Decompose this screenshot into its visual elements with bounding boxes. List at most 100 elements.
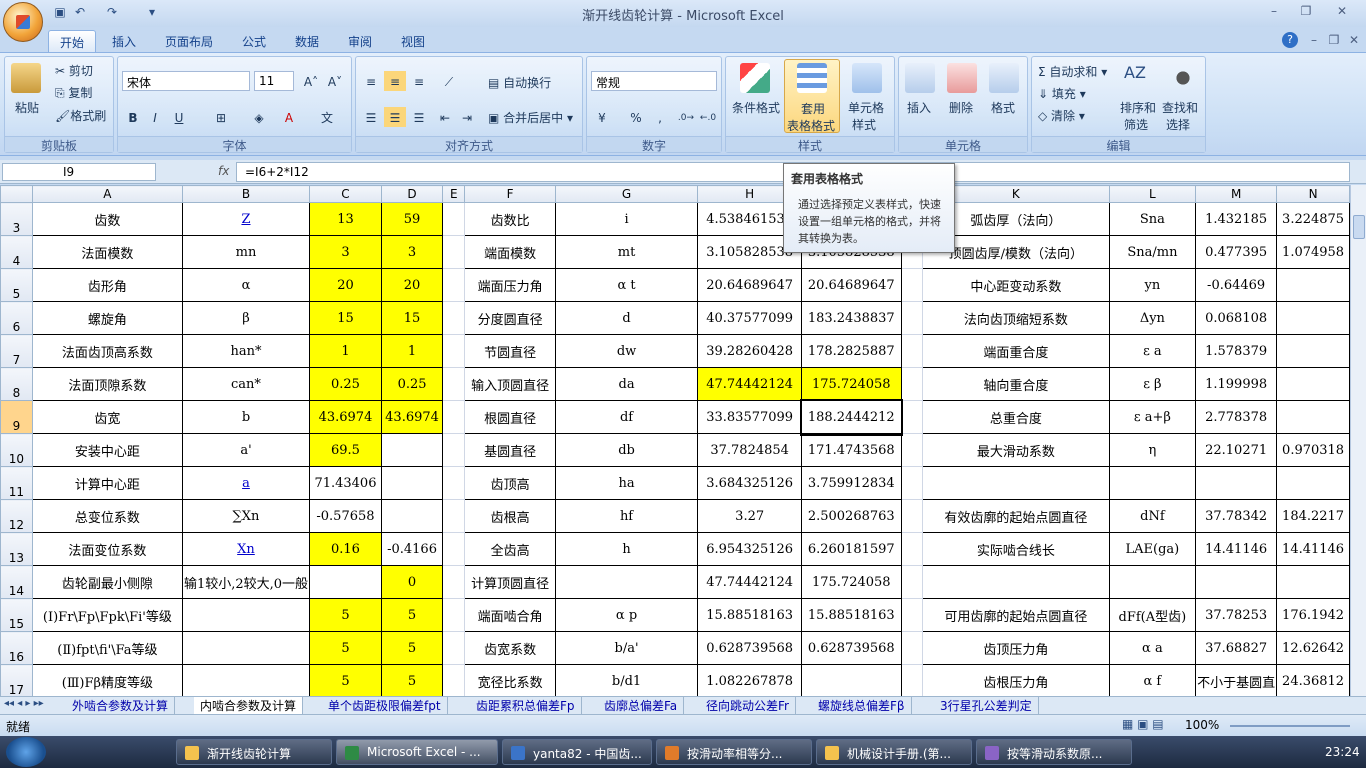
cell[interactable]: α <box>181 268 311 302</box>
task-item[interactable]: 按滑动率相等分... <box>656 739 812 765</box>
cell[interactable] <box>900 334 924 368</box>
cell[interactable] <box>380 499 444 533</box>
cell[interactable] <box>801 664 902 696</box>
cell[interactable]: 5 <box>309 664 382 696</box>
cell[interactable]: Sna <box>1108 202 1197 236</box>
cell[interactable]: 不小于基圆直 <box>1195 664 1278 696</box>
cell[interactable] <box>1276 367 1350 401</box>
cell[interactable]: 0.970318 <box>1276 433 1350 467</box>
cell[interactable] <box>442 631 466 665</box>
cell[interactable]: 3.684325126 <box>697 466 803 500</box>
cell[interactable]: 183.2438837 <box>801 301 902 335</box>
cell[interactable] <box>1108 466 1197 500</box>
row-header[interactable]: 12 <box>0 499 33 533</box>
cell[interactable]: -0.57658 <box>309 499 382 533</box>
cell[interactable]: 37.68827 <box>1195 631 1278 665</box>
cell[interactable]: 6.954325126 <box>697 532 803 566</box>
insert-cells-button[interactable]: 插入 <box>907 99 931 116</box>
cell[interactable]: 齿宽 <box>31 400 183 434</box>
cell[interactable]: 齿数 <box>31 202 183 236</box>
column-header[interactable]: F <box>464 185 556 203</box>
cell[interactable] <box>442 499 466 533</box>
row-header[interactable]: 4 <box>0 235 33 269</box>
cell[interactable]: 178.2825887 <box>801 334 902 368</box>
cell[interactable]: 输入顶圆直径 <box>464 367 556 401</box>
cell[interactable]: 13 <box>309 202 382 236</box>
cell[interactable]: 1.432185 <box>1195 202 1278 236</box>
cell[interactable]: 齿形角 <box>31 268 183 302</box>
cell[interactable]: 47.74442124 <box>697 367 803 401</box>
cell[interactable]: d <box>554 301 699 335</box>
cell[interactable]: 齿根高 <box>464 499 556 533</box>
find-select-line1[interactable]: 查找和 <box>1162 99 1198 116</box>
column-header[interactable]: M <box>1195 185 1278 203</box>
scroll-thumb[interactable] <box>1353 215 1365 239</box>
cell[interactable]: 69.5 <box>309 433 382 467</box>
cell[interactable]: 根圆直径 <box>464 400 556 434</box>
copy-button[interactable]: ⎘ 复制 <box>55 84 92 101</box>
cell[interactable]: 端面重合度 <box>922 334 1110 368</box>
sheet-tab[interactable]: 齿廓总偏差Fa <box>598 697 685 714</box>
cell[interactable]: dw <box>554 334 699 368</box>
tab-formulas[interactable]: 公式 <box>231 30 277 52</box>
cell[interactable]: 中心距变动系数 <box>922 268 1110 302</box>
cell[interactable]: 3.224875 <box>1276 202 1350 236</box>
cell[interactable]: 188.2444212 <box>799 398 904 436</box>
paste-icon[interactable] <box>11 63 41 93</box>
help-icon[interactable]: ? <box>1282 32 1298 48</box>
cell[interactable] <box>900 664 924 696</box>
orientation-icon[interactable]: ⟋ <box>438 71 460 91</box>
cell[interactable]: 0.477395 <box>1195 235 1278 269</box>
cell[interactable] <box>1276 466 1350 500</box>
select-all-corner[interactable] <box>0 185 33 203</box>
sort-filter-line2[interactable]: 筛选 <box>1124 116 1148 133</box>
cell[interactable] <box>922 565 1110 599</box>
tab-page-layout[interactable]: 页面布局 <box>154 30 224 52</box>
currency-icon[interactable]: ¥ <box>591 107 613 127</box>
task-item[interactable]: Microsoft Excel - ... <box>336 739 498 765</box>
conditional-format-button[interactable]: 条件格式 <box>732 99 780 116</box>
align-top-icon[interactable]: ≡ <box>360 71 382 91</box>
cell[interactable]: dFf(A型齿) <box>1108 598 1197 632</box>
cell[interactable]: α p <box>554 598 699 632</box>
number-format-select[interactable]: 常规 <box>591 71 717 91</box>
format-painter-button[interactable]: 🖌格式刷 <box>55 107 106 124</box>
row-header[interactable]: 8 <box>0 367 33 401</box>
fill-color-icon[interactable]: ◈ <box>248 107 270 127</box>
cell[interactable]: 6.260181597 <box>801 532 902 566</box>
cell[interactable]: 法面模数 <box>31 235 183 269</box>
cell[interactable]: 最大滑动系数 <box>922 433 1110 467</box>
row-header[interactable]: 7 <box>0 334 33 368</box>
align-center-icon[interactable]: ☰ <box>384 107 406 127</box>
row-header[interactable]: 9 <box>0 400 33 434</box>
sheet-tab[interactable]: 外啮合参数及计算 <box>66 697 176 714</box>
sheet-tab[interactable]: 内啮合参数及计算 <box>194 697 304 714</box>
tab-review[interactable]: 审阅 <box>337 30 383 52</box>
cell[interactable] <box>900 598 924 632</box>
cell[interactable] <box>1195 466 1278 500</box>
cell[interactable] <box>900 499 924 533</box>
start-button[interactable] <box>6 737 46 767</box>
cell[interactable]: 14.41146 <box>1276 532 1350 566</box>
cell[interactable]: 37.78342 <box>1195 499 1278 533</box>
cell[interactable]: 1.082267878 <box>697 664 803 696</box>
cell[interactable]: (Ⅰ)Fr\Fp\Fpk\Fi'等级 <box>31 598 183 632</box>
row-header[interactable]: 10 <box>0 433 33 467</box>
undo-icon[interactable]: ↶ <box>72 4 88 20</box>
cell-styles-icon[interactable] <box>852 63 882 93</box>
cell[interactable]: 5 <box>309 631 382 665</box>
cell[interactable]: 端面模数 <box>464 235 556 269</box>
cell[interactable] <box>442 466 466 500</box>
italic-button[interactable]: I <box>144 107 166 127</box>
cell[interactable]: 1.199998 <box>1195 367 1278 401</box>
cell[interactable]: (Ⅱ)fpt\fi'\Fa等级 <box>31 631 183 665</box>
clear-button[interactable]: ◇ 清除 ▾ <box>1038 107 1085 124</box>
grow-font-icon[interactable]: A˄ <box>300 71 322 91</box>
phonetic-icon[interactable]: 文 <box>316 107 338 127</box>
cell[interactable]: a <box>181 466 311 500</box>
cell[interactable] <box>442 433 466 467</box>
cell[interactable]: 法向齿顶缩短系数 <box>922 301 1110 335</box>
cell[interactable]: (Ⅲ)Fβ精度等级 <box>31 664 183 696</box>
cell[interactable]: LAE(ga) <box>1108 532 1197 566</box>
cell[interactable]: 43.6974 <box>380 400 444 434</box>
